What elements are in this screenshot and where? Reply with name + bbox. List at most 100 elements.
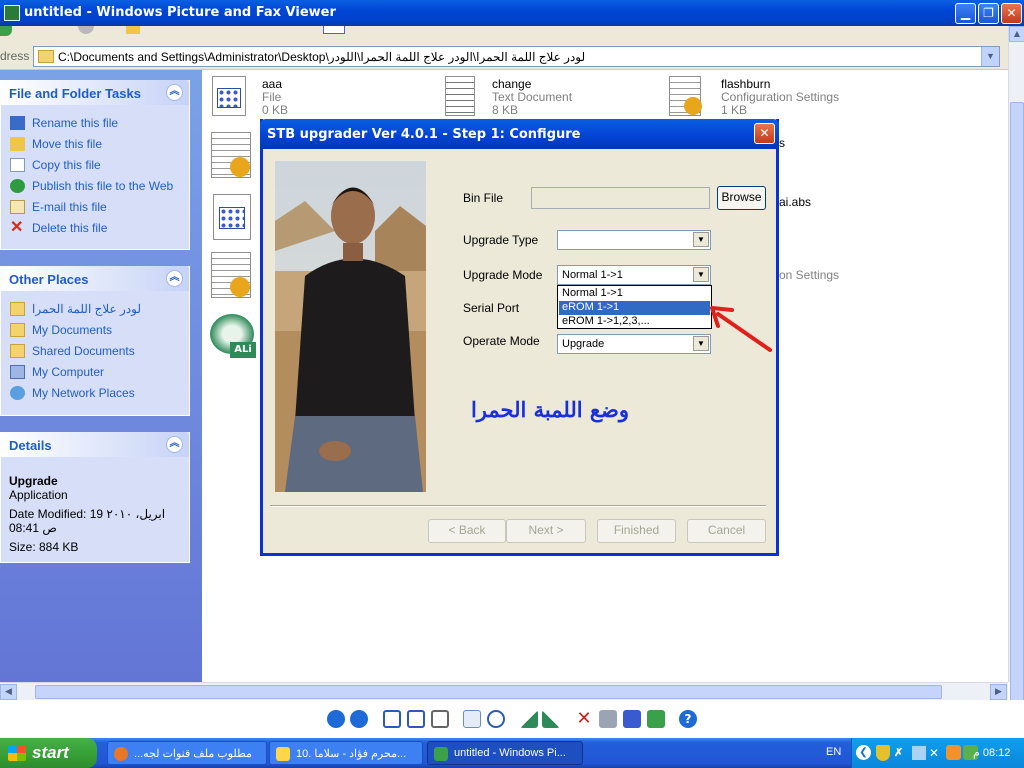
bin-file-input[interactable] <box>531 187 710 209</box>
zoom-out-icon[interactable] <box>487 710 505 728</box>
minimize-button[interactable]: ▁ <box>955 3 976 24</box>
language-indicator[interactable]: EN <box>826 746 841 758</box>
taskbar-item-media[interactable]: 10. محرم فؤاد - سلاما... <box>269 741 423 765</box>
upgrade-app-icon[interactable]: ALi <box>210 310 256 360</box>
collapse-chevron-icon[interactable]: ︽ <box>166 84 183 101</box>
up-icon[interactable] <box>78 26 94 34</box>
folders-icon[interactable] <box>126 26 140 34</box>
collapse-chevron-icon[interactable]: ︽ <box>166 270 183 287</box>
upgrade-mode-select[interactable]: Normal 1->1 ▼ <box>557 265 711 285</box>
help-icon[interactable]: ? <box>679 710 697 728</box>
upgrade-mode-option[interactable]: eROM 1->1,2,3,... <box>559 315 710 329</box>
file-item-change[interactable]: change Text Document 8 KB <box>445 76 645 120</box>
task-rename[interactable]: Rename this file <box>1 113 189 134</box>
file-item-aaa[interactable]: aaa File 0 KB <box>212 76 432 120</box>
place-my-documents[interactable]: My Documents <box>1 320 189 341</box>
task-delete[interactable]: ✕ Delete this file <box>1 218 189 239</box>
config-settings-icon <box>669 76 702 116</box>
actual-size-icon[interactable] <box>407 710 425 728</box>
taskbar-item-firefox[interactable]: مطلوب ملف قنوات لجه... <box>107 741 267 765</box>
details-file-name: Upgrade <box>9 474 58 488</box>
scroll-up-arrow-icon[interactable]: ▲ <box>1009 26 1024 42</box>
back-button[interactable]: < Back <box>428 519 506 543</box>
finished-button[interactable]: Finished <box>597 519 676 543</box>
network-icon[interactable] <box>912 746 926 760</box>
file-icon[interactable] <box>213 194 251 240</box>
next-button[interactable]: Next > <box>506 519 586 543</box>
address-dropdown-button[interactable]: ▼ <box>981 47 999 66</box>
address-input[interactable]: C:\Documents and Settings\Administrator\… <box>33 46 1000 67</box>
system-tray: ❮ ✗ ✕ 08:12 م <box>851 738 1024 768</box>
slideshow-icon[interactable] <box>431 710 449 728</box>
upgrade-mode-option-selected[interactable]: eROM 1->1 <box>559 301 710 315</box>
rotate-clockwise-icon[interactable] <box>520 710 538 728</box>
tools-icon[interactable]: ✗ <box>894 746 908 760</box>
edit-icon[interactable] <box>647 710 665 728</box>
task-copy[interactable]: Copy this file <box>1 155 189 176</box>
operate-mode-select[interactable]: Upgrade ▼ <box>557 334 711 354</box>
file-item-flashburn[interactable]: flashburn Configuration Settings 1 KB <box>669 76 879 120</box>
file-tasks-header[interactable]: File and Folder Tasks ︽ <box>1 80 189 105</box>
details-date-modified: Date Modified: 19 ابريل، ٢٠١٠ <box>9 507 166 521</box>
windows-logo-icon <box>8 745 26 761</box>
upgrade-mode-option[interactable]: Normal 1->1 <box>559 287 710 301</box>
file-name-fragment: ai.abs <box>779 195 812 209</box>
start-button[interactable]: start <box>0 738 97 768</box>
browse-button[interactable]: Browse <box>717 186 766 210</box>
dialog-close-button[interactable]: ✕ <box>754 123 775 144</box>
scroll-left-arrow-icon[interactable]: ◀ <box>0 684 17 700</box>
task-email[interactable]: E-mail this file <box>1 197 189 218</box>
config-settings-icon[interactable] <box>211 132 251 178</box>
chevron-down-icon[interactable]: ▼ <box>693 232 709 247</box>
next-image-icon[interactable] <box>350 710 368 728</box>
place-my-computer[interactable]: My Computer <box>1 362 189 383</box>
best-fit-icon[interactable] <box>383 710 401 728</box>
upgrade-type-select[interactable]: ▼ <box>557 230 711 250</box>
horizontal-scrollbar[interactable]: ◀ ▶ <box>0 682 1008 700</box>
serial-port-label: Serial Port <box>463 301 520 315</box>
print-icon[interactable] <box>599 710 617 728</box>
details-header[interactable]: Details ︽ <box>1 432 189 457</box>
dialog-separator <box>270 505 766 507</box>
rotate-counterclockwise-icon[interactable] <box>542 710 560 728</box>
close-button[interactable]: ✕ <box>1001 3 1022 24</box>
task-publish[interactable]: Publish this file to the Web <box>1 176 189 197</box>
place-shared-documents[interactable]: Shared Documents <box>1 341 189 362</box>
text-document-icon <box>445 76 475 116</box>
horizontal-scroll-thumb[interactable] <box>35 685 942 699</box>
security-shield-icon[interactable] <box>876 745 890 761</box>
other-places-panel: Other Places ︽ لودر علاج اللمة الحمرا My… <box>0 266 190 416</box>
details-time-modified: 08:41 ص <box>9 521 57 535</box>
zoom-in-icon[interactable] <box>463 710 481 728</box>
chevron-down-icon[interactable]: ▼ <box>693 267 709 282</box>
scroll-right-arrow-icon[interactable]: ▶ <box>990 684 1007 700</box>
clock[interactable]: 08:12 م <box>973 746 1010 759</box>
views-icon[interactable] <box>323 26 345 34</box>
place-parent-folder[interactable]: لودر علاج اللمة الحمرا <box>1 299 189 320</box>
file-icon <box>212 76 246 116</box>
cancel-button[interactable]: Cancel <box>687 519 766 543</box>
other-places-header[interactable]: Other Places ︽ <box>1 266 189 291</box>
window-title-bar[interactable]: untitled - Windows Picture and Fax Viewe… <box>0 0 1024 26</box>
address-bar: dress C:\Documents and Settings\Administ… <box>0 44 1024 70</box>
restore-button[interactable]: ❐ <box>978 3 999 24</box>
back-icon[interactable] <box>0 26 12 36</box>
app-tray-icon[interactable] <box>946 745 961 760</box>
volume-icon[interactable]: ✕ <box>929 746 943 760</box>
vertical-scroll-thumb[interactable] <box>1010 102 1024 702</box>
vertical-scrollbar[interactable]: ▲ <box>1008 26 1024 702</box>
taskbar-item-picture-viewer[interactable]: untitled - Windows Pi... <box>427 741 583 765</box>
task-move[interactable]: Move this file <box>1 134 189 155</box>
address-label: dress <box>0 49 30 63</box>
place-my-network[interactable]: My Network Places <box>1 383 189 404</box>
tray-expand-icon[interactable]: ❮ <box>856 745 871 760</box>
collapse-chevron-icon[interactable]: ︽ <box>166 436 183 453</box>
delete-icon[interactable]: ✕ <box>575 710 593 728</box>
config-settings-icon[interactable] <box>211 252 251 298</box>
viewer-toolbar: ✕ ? <box>0 700 1024 738</box>
previous-image-icon[interactable] <box>327 710 345 728</box>
computer-icon <box>10 365 25 379</box>
move-icon <box>10 137 25 151</box>
dialog-title-bar[interactable]: STB upgrader Ver 4.0.1 - Step 1: Configu… <box>260 119 779 149</box>
save-icon[interactable] <box>623 710 641 728</box>
